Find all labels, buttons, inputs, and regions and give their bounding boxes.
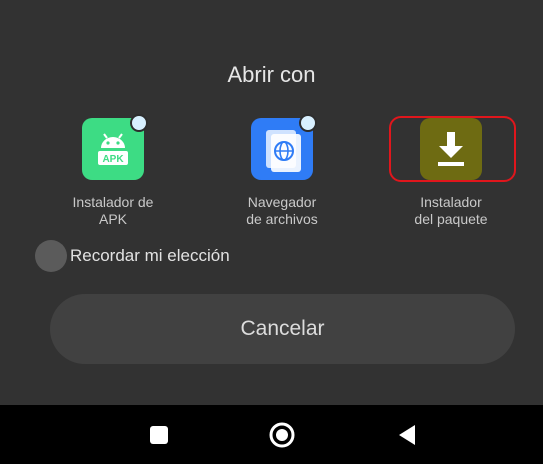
app-option-file-browser[interactable]: Navegador de archivos bbox=[207, 114, 357, 228]
navigation-bar bbox=[0, 405, 543, 464]
apk-text: APK bbox=[102, 154, 124, 165]
app-label: Navegador de archivos bbox=[246, 194, 318, 227]
cancel-button[interactable]: Cancelar bbox=[50, 294, 515, 364]
file-browser-icon bbox=[251, 114, 317, 180]
gear-badge-icon bbox=[299, 114, 317, 132]
recents-square-icon[interactable] bbox=[146, 421, 174, 449]
back-triangle-icon[interactable] bbox=[393, 421, 421, 449]
app-option-apk-installer[interactable]: APK Instalador de APK bbox=[38, 114, 188, 228]
remember-label: Recordar mi elección bbox=[70, 246, 230, 265]
apk-installer-icon: APK bbox=[82, 114, 148, 180]
home-circle-icon[interactable] bbox=[268, 421, 296, 449]
open-with-dialog: Abrir con APK Instalador de APK Navegado… bbox=[0, 0, 543, 405]
dialog-title: Abrir con bbox=[227, 62, 316, 87]
app-label: Instalador del paquete bbox=[414, 194, 488, 227]
remember-choice-option[interactable]: Recordar mi elección bbox=[35, 240, 230, 272]
app-label: Instalador de APK bbox=[72, 194, 154, 227]
gear-badge-icon bbox=[130, 114, 148, 132]
selection-highlight bbox=[389, 116, 516, 182]
remember-radio[interactable] bbox=[35, 240, 67, 272]
